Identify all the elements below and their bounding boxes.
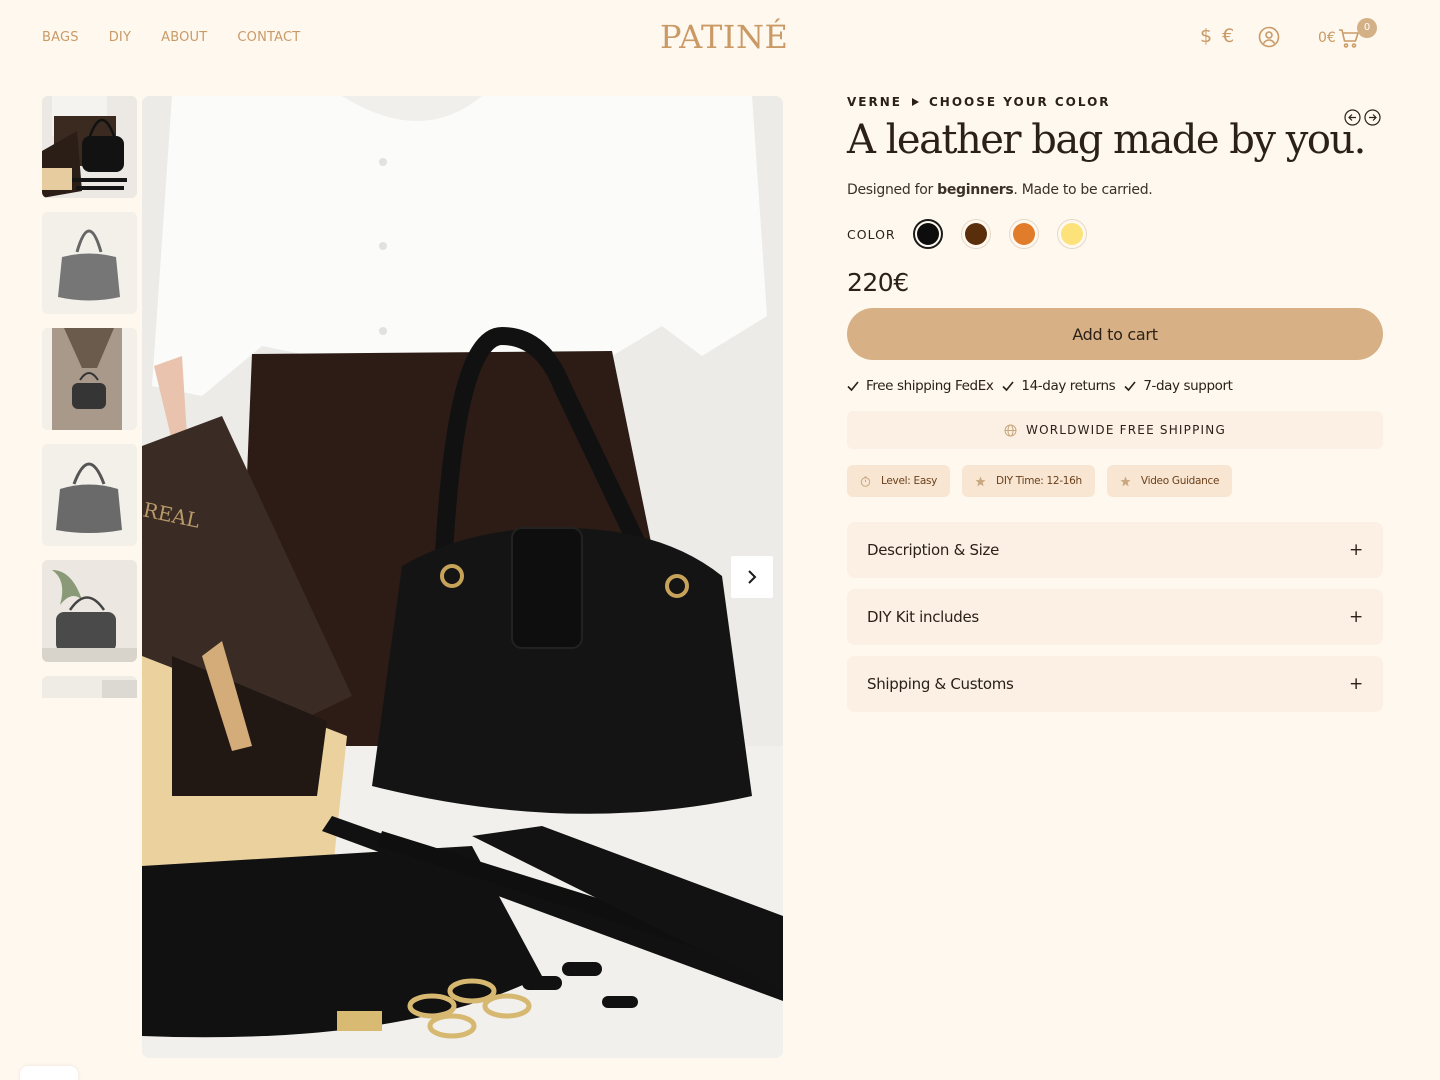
swatch-fill [916,223,939,245]
nav-about[interactable]: ABOUT [161,30,207,45]
nav-contact[interactable]: CONTACT [237,30,300,45]
perks-list: Free shipping FedEx 14-day returns 7-day… [847,378,1383,394]
perk-returns: 14-day returns [1002,378,1116,394]
accordion-description-size[interactable]: Description & Size + [847,522,1383,578]
main-nav: BAGS DIY ABOUT CONTACT [42,30,300,45]
cart-total[interactable]: 0€ [1318,30,1336,46]
breadcrumb-step: CHOOSE YOUR COLOR [928,95,1111,109]
color-swatch-yellow[interactable] [1056,219,1087,249]
currency-switcher[interactable]: $ € [1200,25,1236,47]
add-to-cart-button[interactable]: Add to cart [847,308,1383,360]
tag-diy-time: DIY Time: 12-16h [962,465,1095,497]
tag-label: DIY Time: 12-16h [996,475,1082,487]
accordion-diy-kit[interactable]: DIY Kit includes + [847,589,1383,645]
perk-shipping: Free shipping FedEx [847,378,994,394]
check-icon [1002,381,1015,392]
perk-label: 14-day returns [1021,378,1116,394]
product-tags: Level: Easy DIY Time: 12-16h Video Guida… [847,465,1383,497]
star-icon [1120,476,1131,486]
color-swatch-black[interactable] [912,219,943,249]
swatch-fill [1060,223,1083,245]
tag-video-guidance: Video Guidance [1106,465,1233,497]
thumbnail-list [42,96,137,712]
color-swatch-orange[interactable] [1008,219,1039,249]
perk-support: 7-day support [1124,378,1233,394]
thumbnail-bag-front[interactable] [42,212,137,314]
swatch-fill [1012,223,1035,245]
site-header: BAGS DIY ABOUT CONTACT PATINÉ $ € 0€ 0 [0,0,1440,78]
product-price: 220€ [847,268,909,297]
thumbnail-partial[interactable] [42,676,137,698]
chevron-right-icon [748,570,757,584]
cart-count-badge[interactable]: 0 [1357,18,1377,38]
accordion-label: Shipping & Customs [867,675,1014,693]
thumbnail-bag-plant[interactable] [42,560,137,662]
brand-logo[interactable]: PATINÉ [660,18,788,56]
swatch-fill [964,223,987,245]
main-product-image: REAL [142,96,783,1058]
accordion-list: Description & Size + DIY Kit includes + … [847,522,1383,712]
breadcrumb-arrow-icon [911,98,919,106]
perk-label: Free shipping FedEx [866,378,994,394]
star-icon [975,476,986,486]
image-next-button[interactable] [731,556,773,598]
color-selector: COLOR [847,218,1383,250]
thumbnail-bag-held[interactable] [42,328,137,430]
accordion-label: Description & Size [867,541,1000,559]
nav-diy[interactable]: DIY [109,30,131,45]
plus-icon: + [1349,607,1363,627]
shipping-banner-text: WORLDWIDE FREE SHIPPING [1026,423,1226,437]
subtitle-suffix: . Made to be carried. [1013,182,1153,198]
thumbnail-kit-with-bag[interactable] [42,96,137,198]
product-subtitle: Designed for beginners. Made to be carri… [847,182,1383,198]
shipping-banner: WORLDWIDE FREE SHIPPING [847,411,1383,449]
chat-widget-button[interactable] [20,1066,78,1080]
plus-icon: + [1349,540,1363,560]
thumbnail-bag-front-2[interactable] [42,444,137,546]
tag-label: Level: Easy [881,475,938,487]
subtitle-bold: beginners [937,182,1014,198]
perk-label: 7-day support [1143,378,1233,394]
check-icon [847,381,859,392]
account-icon[interactable] [1258,26,1280,48]
plus-icon: + [1349,674,1363,694]
arrow-left-icon[interactable] [1344,109,1361,126]
tag-level: Level: Easy [847,465,951,497]
nav-bags[interactable]: BAGS [42,30,79,45]
product-nav-arrows [1344,109,1381,126]
globe-icon [1004,424,1017,436]
breadcrumb: VERNE CHOOSE YOUR COLOR [847,92,1383,112]
breadcrumb-product[interactable]: VERNE [847,95,902,109]
subtitle-prefix: Designed for [847,182,938,198]
stopwatch-icon [860,476,871,487]
product-details: VERNE CHOOSE YOUR COLOR A leather bag ma… [847,92,1383,723]
accordion-shipping-customs[interactable]: Shipping & Customs + [847,656,1383,712]
color-label: COLOR [847,226,896,242]
check-icon [1124,381,1136,392]
product-title: A leather bag made by you. [847,117,1366,163]
color-swatch-brown[interactable] [960,219,991,249]
arrow-right-icon[interactable] [1364,109,1381,126]
accordion-label: DIY Kit includes [867,608,979,626]
tag-label: Video Guidance [1140,475,1220,487]
